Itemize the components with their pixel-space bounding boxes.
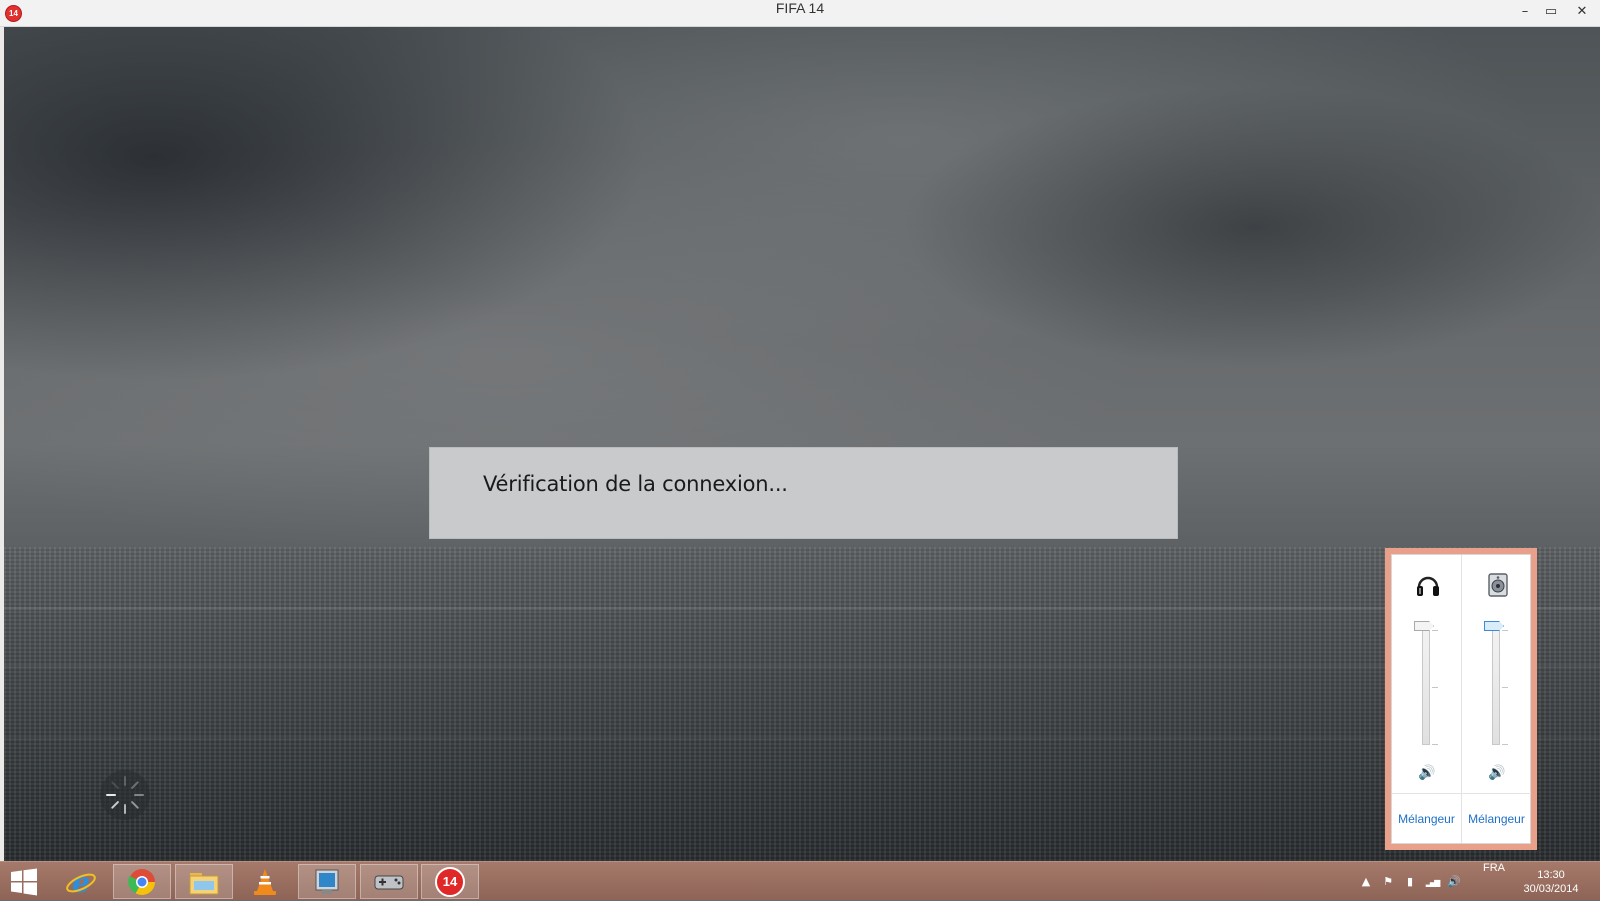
slider-tick: [1502, 744, 1508, 745]
taskbar-fifa[interactable]: 14: [421, 864, 479, 899]
spinner-segment: [130, 780, 140, 790]
mixer-link[interactable]: Mélangeur: [1392, 793, 1461, 843]
file-explorer-icon: [189, 872, 219, 894]
stand-divider: [4, 607, 1600, 610]
minimize-button[interactable]: –: [1512, 0, 1538, 22]
show-hidden-icons-button[interactable]: ▲: [1355, 875, 1377, 888]
taskbar-vlc[interactable]: [236, 864, 294, 899]
volume-slider-thumb[interactable]: [1484, 621, 1504, 631]
slider-tick: [1432, 687, 1438, 688]
speaker-icon: 🔊: [1488, 765, 1506, 781]
spinner-segment: [124, 776, 126, 786]
volume-slider-thumb[interactable]: [1414, 621, 1434, 631]
spinner-segment: [106, 794, 116, 796]
mute-toggle-button[interactable]: 🔊: [1486, 765, 1508, 783]
system-tray: ▲ ⚑ ▮ ▂▄▆ 🔊: [1355, 862, 1465, 901]
network-button[interactable]: ▂▄▆: [1421, 875, 1443, 888]
connection-dialog: Vérification de la connexion...: [429, 447, 1178, 539]
computer-icon: [315, 869, 339, 894]
game-viewport[interactable]: Vérification de la connexion...: [4, 27, 1600, 861]
close-button[interactable]: ✕: [1564, 0, 1600, 22]
loading-spinner-icon: [100, 770, 150, 820]
volume-device-headphones: 🔊 Mélangeur: [1392, 555, 1461, 843]
fifa-badge-label: 14: [442, 874, 458, 889]
mute-toggle-button[interactable]: 🔊: [1416, 765, 1438, 783]
window-title: FIFA 14: [775, 0, 825, 16]
spinner-segment: [110, 780, 120, 790]
minimize-icon: –: [1521, 3, 1529, 19]
title-bar[interactable]: 14 FIFA 14 – ▭ ✕: [0, 0, 1600, 27]
battery-icon: ▮: [1406, 875, 1414, 888]
fifa-icon: 14: [435, 866, 465, 897]
chevron-up-icon: ▲: [1361, 875, 1371, 888]
taskbar-computer[interactable]: [298, 864, 356, 899]
windows-start-icon[interactable]: [8, 868, 40, 896]
slider-tick: [1502, 687, 1508, 688]
clock-date: 30/03/2014: [1523, 883, 1579, 895]
slider-tick: [1502, 630, 1508, 631]
volume-slider-track[interactable]: [1492, 630, 1500, 745]
stand-divider: [4, 665, 1600, 668]
speaker-device-icon[interactable]: [1484, 571, 1512, 599]
connection-message: Vérification de la connexion...: [483, 472, 788, 496]
speaker-icon: 🔊: [1418, 765, 1436, 781]
spinner-segment: [110, 800, 120, 810]
spinner-segment: [130, 800, 140, 810]
mixer-link[interactable]: Mélangeur: [1462, 793, 1531, 843]
clock-time: 13:30: [1537, 869, 1565, 881]
volume-device-speakers: 🔊 Mélangeur: [1461, 555, 1531, 843]
taskbar: e 14 ▲ ⚑ ▮ ▂▄▆ 🔊 FRA 13:30 30/03/2014: [0, 861, 1600, 900]
internet-explorer-icon: e: [66, 866, 96, 898]
slider-tick: [1432, 630, 1438, 631]
volume-flyout-body: 🔊 Mélangeur 🔊 Mélangeur: [1391, 554, 1531, 844]
stand-divider: [4, 737, 1600, 740]
taskbar-gamepad[interactable]: [360, 864, 418, 899]
maximize-icon: ▭: [1544, 3, 1558, 19]
spinner-segment: [134, 794, 144, 796]
chrome-icon: [128, 868, 156, 895]
stadium-background: [4, 547, 1600, 861]
taskbar-internet-explorer[interactable]: e: [52, 864, 110, 899]
close-icon: ✕: [1576, 3, 1588, 19]
network-signal-icon: ▂▄▆: [1425, 878, 1441, 887]
taskbar-file-explorer[interactable]: [175, 864, 233, 899]
action-center-button[interactable]: ⚑: [1377, 875, 1399, 888]
svg-text:e: e: [72, 866, 90, 898]
volume-slider-track[interactable]: [1422, 630, 1430, 745]
headphones-icon[interactable]: [1414, 571, 1442, 599]
taskbar-chrome[interactable]: [113, 864, 171, 899]
clock[interactable]: 13:30 30/03/2014: [1515, 868, 1587, 896]
volume-icon: 🔊: [1447, 875, 1461, 888]
volume-tray-button[interactable]: 🔊: [1443, 875, 1465, 888]
gamepad-icon: [374, 875, 404, 889]
slider-tick: [1432, 744, 1438, 745]
battery-button[interactable]: ▮: [1399, 875, 1421, 888]
vlc-icon: [254, 868, 276, 895]
language-indicator[interactable]: FRA: [1483, 862, 1505, 901]
maximize-button[interactable]: ▭: [1538, 0, 1564, 22]
window-controls: – ▭ ✕: [1512, 0, 1600, 27]
volume-flyout: 🔊 Mélangeur 🔊 Mélangeur: [1385, 548, 1537, 850]
spinner-segment: [124, 804, 126, 814]
app-window: 14 FIFA 14 – ▭ ✕ Vérification de la conn…: [0, 0, 1600, 861]
flag-icon: ⚑: [1383, 875, 1393, 888]
